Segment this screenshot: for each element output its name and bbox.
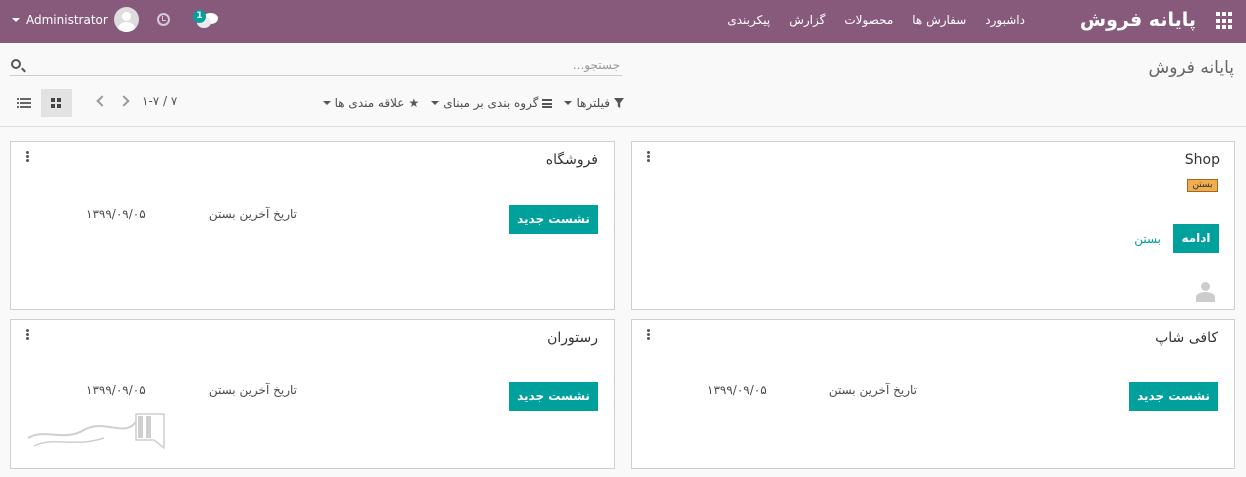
main-menu: داشبورد سفارش ها محصولات گزارش پیکربندی	[727, 13, 1025, 27]
chevron-down-icon	[564, 101, 573, 105]
chat-count-badge: 1	[193, 10, 206, 23]
last-closing-date: ۱۳۹۹/۰۹/۰۵	[707, 383, 767, 397]
pos-card-coffee-shop[interactable]: کافی شاپ نشست جدید تاریخ آخرین بستن ۱۳۹۹…	[631, 319, 1235, 469]
kanban-view-button[interactable]	[41, 89, 72, 117]
search-bar	[10, 54, 622, 76]
apps-menu-icon[interactable]	[1216, 12, 1234, 30]
pager: ۱-۷ / ۷	[96, 94, 177, 108]
menu-item-products[interactable]: محصولات	[844, 13, 893, 27]
user-name: Administrator	[26, 12, 108, 27]
kebab-menu-icon[interactable]	[26, 329, 29, 340]
pos-card-store[interactable]: فروشگاه نشست جدید تاریخ آخرین بستن ۱۳۹۹/…	[10, 141, 615, 310]
chevron-down-icon	[431, 101, 440, 105]
new-session-button[interactable]: نشست جدید	[509, 205, 598, 234]
clock-icon[interactable]	[157, 13, 170, 26]
filters-label: فیلترها	[576, 96, 610, 110]
groupby-button[interactable]: گروه بندی بر مبنای	[431, 94, 553, 112]
top-navbar: پایانه فروش داشبورد سفارش ها محصولات گزا…	[0, 0, 1246, 43]
breadcrumb: پایانه فروش	[1148, 58, 1234, 78]
search-options: فیلترها گروه بندی بر مبنای ★ علاقه مندی …	[306, 94, 624, 112]
search-input[interactable]	[28, 54, 620, 75]
pager-value[interactable]: ۱-۷ / ۷	[142, 94, 177, 108]
filter-icon	[614, 98, 624, 108]
user-menu[interactable]: Administrator	[12, 7, 139, 32]
list-view-button[interactable]	[12, 89, 40, 117]
chevron-left-icon[interactable]	[96, 95, 108, 107]
kebab-menu-icon[interactable]	[647, 151, 650, 162]
star-icon: ★	[408, 96, 420, 110]
menu-item-configuration[interactable]: پیکربندی	[727, 13, 770, 27]
kebab-menu-icon[interactable]	[26, 151, 29, 162]
groupby-label: گروه بندی بر مبنای	[443, 96, 539, 110]
menu-item-reporting[interactable]: گزارش	[789, 13, 825, 27]
filters-button[interactable]: فیلترها	[564, 94, 624, 112]
user-placeholder-icon	[1195, 282, 1216, 302]
pos-card-shop[interactable]: Shop بستن ادامه بستن	[631, 141, 1235, 310]
menu-item-orders[interactable]: سفارش ها	[912, 13, 966, 27]
chevron-right-icon[interactable]	[118, 95, 130, 107]
last-closing-label: تاریخ آخرین بستن	[828, 383, 917, 397]
divider	[0, 126, 1246, 127]
last-closing-date: ۱۳۹۹/۰۹/۰۵	[86, 383, 146, 397]
search-icon[interactable]	[11, 59, 21, 69]
bars-icon	[542, 98, 553, 108]
status-badge: بستن	[1187, 179, 1218, 192]
last-closing-date: ۱۳۹۹/۰۹/۰۵	[86, 207, 146, 221]
new-session-button[interactable]: نشست جدید	[1129, 382, 1218, 411]
last-closing-label: تاریخ آخرین بستن	[208, 207, 297, 221]
last-closing-label: تاریخ آخرین بستن	[208, 383, 297, 397]
card-title[interactable]: رستوران	[547, 330, 598, 346]
favorites-button[interactable]: ★ علاقه مندی ها	[322, 94, 420, 112]
close-session-link[interactable]: بستن	[1134, 232, 1161, 246]
card-title[interactable]: کافی شاپ	[1155, 330, 1218, 346]
card-title[interactable]: فروشگاه	[546, 152, 598, 168]
chevron-down-icon	[12, 17, 20, 22]
menu-item-dashboard[interactable]: داشبورد	[985, 13, 1025, 27]
card-title[interactable]: Shop	[1185, 152, 1220, 168]
chevron-down-icon	[322, 101, 331, 105]
kebab-menu-icon[interactable]	[647, 329, 650, 340]
watermark-logo	[27, 413, 165, 450]
favorites-label: علاقه مندی ها	[334, 96, 405, 110]
new-session-button[interactable]: نشست جدید	[509, 382, 598, 411]
app-brand[interactable]: پایانه فروش	[1080, 9, 1196, 31]
avatar	[113, 7, 139, 32]
resume-button[interactable]: ادامه	[1173, 224, 1219, 253]
